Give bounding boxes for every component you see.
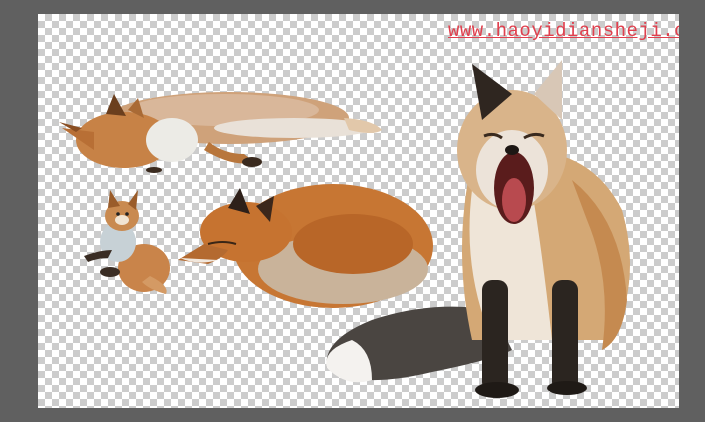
fox-kit-image[interactable] (80, 186, 172, 296)
watermark-text: www.haoyidiansheji.com (448, 20, 679, 42)
fox-yawning-image[interactable] (322, 50, 652, 400)
image-canvas[interactable]: www.haoyidiansheji.com (38, 14, 679, 408)
